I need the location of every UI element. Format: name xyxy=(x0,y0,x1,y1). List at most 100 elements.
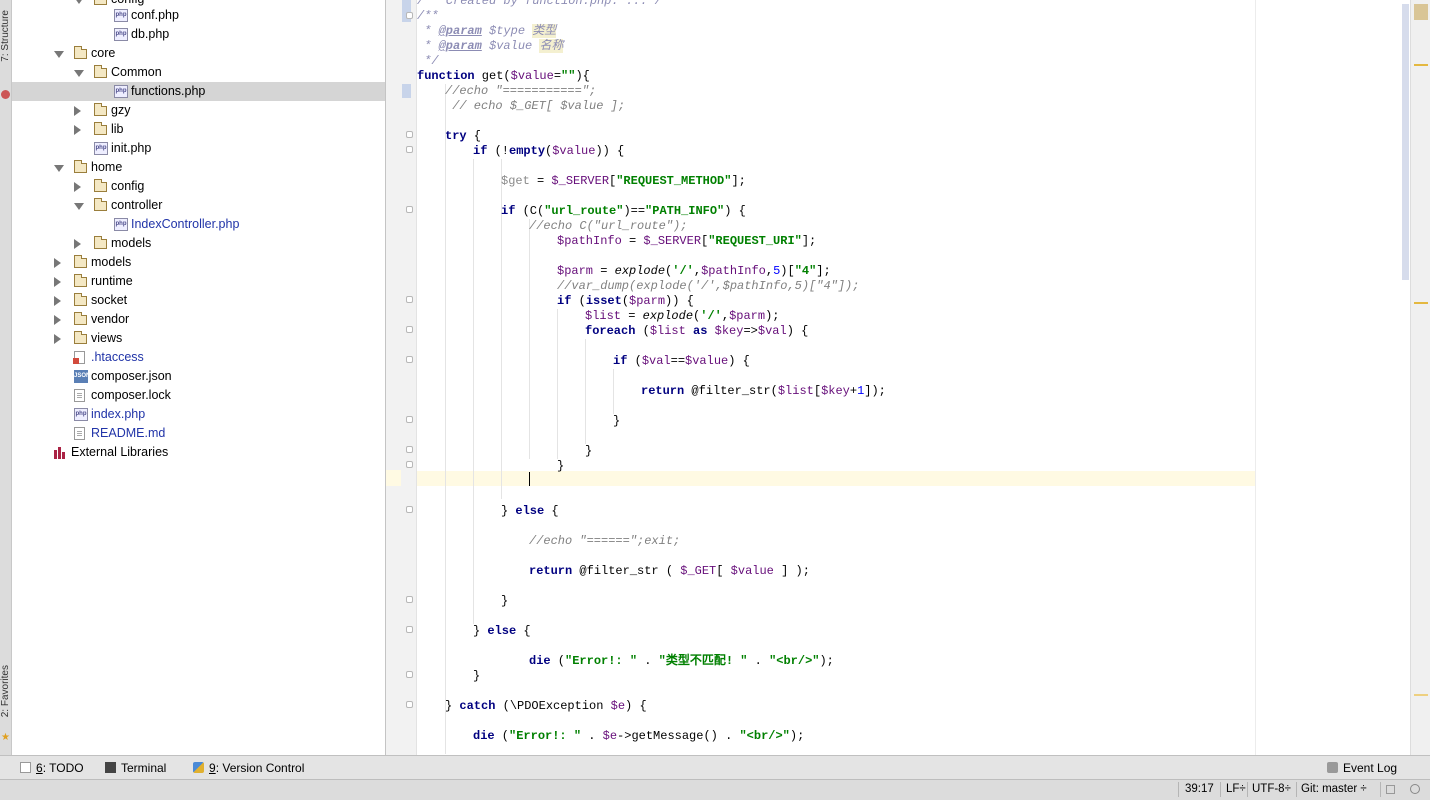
code-line[interactable]: return @filter_str($list[$key+1]); xyxy=(641,384,886,399)
structure-tab[interactable]: 7: Structure xyxy=(0,10,11,62)
expand-arrow-icon[interactable] xyxy=(54,165,64,172)
collapse-arrow-icon[interactable] xyxy=(74,182,81,192)
code-line[interactable]: */ xyxy=(417,54,438,69)
tree-item[interactable]: php IndexController.php xyxy=(12,215,385,234)
code-line[interactable]: return @filter_str ( $_GET[ $value ] ); xyxy=(529,564,810,579)
line-separator-selector[interactable]: LF÷ xyxy=(1226,783,1246,795)
collapse-arrow-icon[interactable] xyxy=(74,106,81,116)
marker-strip[interactable] xyxy=(1410,0,1430,755)
tree-item[interactable]: vendor xyxy=(12,310,385,329)
git-branch-selector[interactable]: Git: master ÷ xyxy=(1301,783,1367,795)
code-line[interactable]: /** Created by function.php. ...*/ xyxy=(417,0,662,9)
code-line[interactable]: } else { xyxy=(473,624,531,639)
expand-arrow-icon[interactable] xyxy=(74,203,84,210)
tree-item[interactable]: core xyxy=(12,44,385,63)
change-marker[interactable] xyxy=(402,84,411,98)
code-line[interactable]: if (!empty($value)) { xyxy=(473,144,624,159)
version-control-tool-button[interactable]: 9: Version Control xyxy=(193,761,304,775)
encoding-selector[interactable]: UTF-8÷ xyxy=(1252,783,1291,795)
code-line[interactable]: * @param $type 类型 xyxy=(417,24,557,39)
tree-item[interactable]: JSON composer.json xyxy=(12,367,385,386)
tree-item[interactable]: models xyxy=(12,234,385,253)
code-line[interactable]: } else { xyxy=(501,504,559,519)
code-line[interactable]: $parm = explode('/',$pathInfo,5)["4"]; xyxy=(557,264,831,279)
tree-item[interactable]: php init.php xyxy=(12,139,385,158)
tree-item[interactable]: runtime xyxy=(12,272,385,291)
favorites-tab[interactable]: 2: Favorites xyxy=(0,665,11,717)
tree-item[interactable]: lib xyxy=(12,120,385,139)
collapse-arrow-icon[interactable] xyxy=(74,239,81,249)
code-line[interactable]: // echo $_GET[ $value ]; xyxy=(445,99,625,114)
code-line[interactable]: //var_dump(explode('/',$pathInfo,5)["4"]… xyxy=(557,279,859,294)
tree-item[interactable]: views xyxy=(12,329,385,348)
code-line[interactable]: if (isset($parm)) { xyxy=(557,294,694,309)
fold-marker[interactable] xyxy=(406,671,413,678)
fold-marker[interactable] xyxy=(406,446,413,453)
caret-position[interactable]: 39:17 xyxy=(1185,783,1214,795)
fold-marker[interactable] xyxy=(406,461,413,468)
fold-marker[interactable] xyxy=(406,356,413,363)
collapse-arrow-icon[interactable] xyxy=(54,334,61,344)
code-line[interactable]: } xyxy=(613,414,620,429)
code-line[interactable]: //echo "==========="; xyxy=(445,84,596,99)
code-line[interactable]: die ("Error!: " . "类型不匹配! " . "<br/>"); xyxy=(529,654,834,669)
code-line[interactable]: try { xyxy=(445,129,481,144)
project-tree[interactable]: config phpconf.phpphpdb.phpcoreCommonphpf… xyxy=(12,0,386,755)
collapse-arrow-icon[interactable] xyxy=(54,315,61,325)
tree-item[interactable]: README.md xyxy=(12,424,385,443)
code-line[interactable]: if (C("url_route")=="PATH_INFO") { xyxy=(501,204,746,219)
code-line[interactable]: } catch (\PDOException $e) { xyxy=(445,699,647,714)
inspector-icon[interactable] xyxy=(1410,784,1420,794)
tree-item[interactable]: php conf.php xyxy=(12,6,385,25)
fold-marker[interactable] xyxy=(406,12,413,19)
tree-item[interactable]: controller xyxy=(12,196,385,215)
inspection-icon[interactable] xyxy=(1414,4,1428,20)
code-line[interactable]: if ($val==$value) { xyxy=(613,354,750,369)
collapse-arrow-icon[interactable] xyxy=(54,296,61,306)
tree-item[interactable]: .htaccess xyxy=(12,348,385,367)
code-line[interactable]: } xyxy=(501,594,508,609)
fold-marker[interactable] xyxy=(406,146,413,153)
editor-scrollbar-thumb[interactable] xyxy=(1402,4,1409,280)
collapse-arrow-icon[interactable] xyxy=(74,125,81,135)
code-line[interactable]: $get = $_SERVER["REQUEST_METHOD"]; xyxy=(501,174,746,189)
expand-arrow-icon[interactable] xyxy=(74,70,84,77)
tree-item[interactable]: socket xyxy=(12,291,385,310)
tree-item[interactable]: composer.lock xyxy=(12,386,385,405)
collapse-arrow-icon[interactable] xyxy=(54,277,61,287)
fold-marker[interactable] xyxy=(406,701,413,708)
tree-item[interactable]: Common xyxy=(12,63,385,82)
tree-item[interactable]: php functions.php xyxy=(12,82,385,101)
tree-item[interactable]: External Libraries xyxy=(12,443,385,462)
tree-item[interactable]: config xyxy=(12,177,385,196)
tree-item[interactable]: gzy xyxy=(12,101,385,120)
code-line[interactable]: $list = explode('/',$parm); xyxy=(585,309,779,324)
fold-marker[interactable] xyxy=(406,626,413,633)
warning-stripe[interactable] xyxy=(1414,64,1428,66)
code-line[interactable]: die ("Error!: " . $e->getMessage() . "<b… xyxy=(473,729,804,744)
tree-item[interactable]: php db.php xyxy=(12,25,385,44)
code-line[interactable]: } xyxy=(585,444,592,459)
warning-stripe[interactable] xyxy=(1414,302,1428,304)
code-line[interactable]: } xyxy=(473,669,480,684)
fold-marker[interactable] xyxy=(406,416,413,423)
code-line[interactable]: /** xyxy=(417,9,439,24)
code-line[interactable]: function get($value=""){ xyxy=(417,69,590,84)
fold-marker[interactable] xyxy=(406,296,413,303)
code-line[interactable]: } xyxy=(557,459,564,474)
collapse-arrow-icon[interactable] xyxy=(54,258,61,268)
code-line[interactable]: //echo "======";exit; xyxy=(529,534,680,549)
todo-tool-button[interactable]: 6: TODO xyxy=(20,761,84,775)
terminal-tool-button[interactable]: Terminal xyxy=(105,761,166,775)
event-log-tool-button[interactable]: Event Log xyxy=(1327,761,1397,775)
tree-item[interactable]: models xyxy=(12,253,385,272)
code-line[interactable]: $pathInfo = $_SERVER["REQUEST_URI"]; xyxy=(557,234,816,249)
fold-marker[interactable] xyxy=(406,326,413,333)
editor-gutter[interactable] xyxy=(386,0,417,755)
tree-item[interactable]: home xyxy=(12,158,385,177)
code-line[interactable]: //echo C("url_route"); xyxy=(529,219,687,234)
code-line[interactable]: foreach ($list as $key=>$val) { xyxy=(585,324,808,339)
warning-stripe[interactable] xyxy=(1414,694,1428,696)
fold-marker[interactable] xyxy=(406,596,413,603)
expand-arrow-icon[interactable] xyxy=(54,51,64,58)
